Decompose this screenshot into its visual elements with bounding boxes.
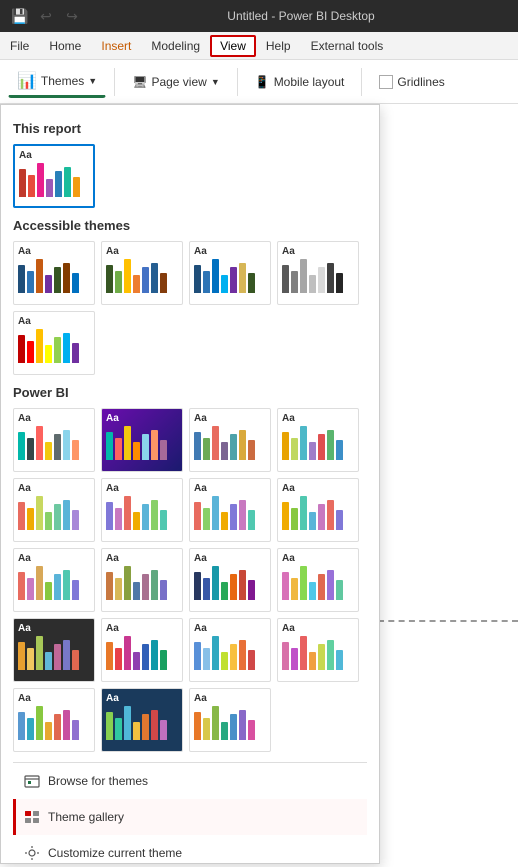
- menu-file[interactable]: File: [0, 35, 39, 57]
- mobile-label: Mobile layout: [274, 75, 345, 89]
- browse-icon: [24, 773, 40, 789]
- theme-card-pbi-8[interactable]: Aa: [277, 478, 359, 542]
- theme-card-pbi-1[interactable]: Aa: [13, 408, 95, 472]
- dotted-separator: [378, 620, 518, 622]
- theme-card-accessible-4[interactable]: Aa: [277, 241, 359, 305]
- theme-bars: [19, 163, 89, 197]
- menu-bar: File Home Insert Modeling View Help Exte…: [0, 32, 518, 60]
- theme-card-accessible-3[interactable]: Aa: [189, 241, 271, 305]
- theme-gallery-item[interactable]: Theme gallery: [13, 799, 367, 835]
- ribbon-separator-1: [114, 68, 115, 96]
- gridlines-checkbox[interactable]: [379, 75, 393, 89]
- theme-card-pbi-15[interactable]: Aa: [189, 618, 271, 682]
- theme-card-pbi-17[interactable]: Aa: [13, 688, 95, 752]
- menu-help[interactable]: Help: [256, 35, 301, 57]
- theme-card-accessible-2[interactable]: Aa: [101, 241, 183, 305]
- theme-card-pbi-16[interactable]: Aa: [277, 618, 359, 682]
- menu-modeling[interactable]: Modeling: [141, 35, 210, 57]
- browse-for-themes-item[interactable]: Browse for themes: [13, 763, 367, 799]
- menu-external-tools[interactable]: External tools: [301, 35, 394, 57]
- menu-home[interactable]: Home: [39, 35, 91, 57]
- ribbon: 📊 Themes ▼ 🖥 Page view ▼ 📱 Mobile layout…: [0, 60, 518, 104]
- theme-card-pbi-10[interactable]: Aa: [101, 548, 183, 612]
- theme-card-pbi-18[interactable]: Aa: [101, 688, 183, 752]
- theme-card-accessible-1[interactable]: Aa: [13, 241, 95, 305]
- window-title: Untitled - Power BI Desktop: [92, 9, 510, 23]
- this-report-themes: Aa: [13, 144, 367, 208]
- mobile-layout-button[interactable]: 📱 Mobile layout: [246, 70, 354, 94]
- theme-card-pbi-11[interactable]: Aa: [189, 548, 271, 612]
- theme-card-pbi-6[interactable]: Aa: [101, 478, 183, 542]
- theme-card-pbi-13[interactable]: Aa: [13, 618, 95, 682]
- customize-icon: [24, 845, 40, 861]
- theme-card-pbi-14[interactable]: Aa: [101, 618, 183, 682]
- save-icon[interactable]: 💾: [8, 4, 32, 28]
- ribbon-separator-2: [237, 68, 238, 96]
- page-view-label: Page view: [151, 75, 206, 89]
- page-view-icon: 🖥: [132, 75, 147, 89]
- themes-label: Themes: [41, 74, 84, 88]
- theme-card-accessible-5[interactable]: Aa: [13, 311, 95, 375]
- power-bi-themes-grid: Aa Aa Aa: [13, 408, 367, 752]
- title-bar: 💾 ↩ ↪ Untitled - Power BI Desktop: [0, 0, 518, 32]
- theme-card-pbi-4[interactable]: Aa: [277, 408, 359, 472]
- customize-theme-item[interactable]: Customize current theme: [13, 835, 367, 864]
- theme-card-pbi-7[interactable]: Aa: [189, 478, 271, 542]
- this-report-title: This report: [13, 121, 367, 136]
- themes-button[interactable]: 📊 Themes ▼: [8, 66, 106, 98]
- title-bar-icons: 💾 ↩ ↪: [8, 4, 84, 28]
- power-bi-title: Power BI: [13, 385, 367, 400]
- undo-button[interactable]: ↩: [34, 4, 58, 28]
- themes-dropdown: This report Aa Accessible themes Aa: [0, 104, 380, 864]
- gallery-icon: [24, 809, 40, 825]
- customize-theme-label: Customize current theme: [48, 846, 182, 860]
- menu-insert[interactable]: Insert: [91, 35, 141, 57]
- theme-card-pbi-3[interactable]: Aa: [189, 408, 271, 472]
- theme-gallery-label: Theme gallery: [48, 810, 124, 824]
- accessible-themes-title: Accessible themes: [13, 218, 367, 233]
- mobile-icon: 📱: [255, 75, 270, 89]
- gridlines-label: Gridlines: [397, 75, 444, 89]
- page-view-chevron: ▼: [211, 77, 220, 87]
- theme-card-default[interactable]: Aa: [13, 144, 95, 208]
- browse-for-themes-label: Browse for themes: [48, 774, 148, 788]
- themes-chevron: ▼: [88, 76, 97, 86]
- themes-icon: 📊: [17, 71, 37, 91]
- menu-view[interactable]: View: [210, 35, 256, 57]
- theme-card-pbi-12[interactable]: Aa: [277, 548, 359, 612]
- theme-card-pbi-2[interactable]: Aa: [101, 408, 183, 472]
- page-view-button[interactable]: 🖥 Page view ▼: [123, 70, 229, 94]
- theme-card-pbi-19[interactable]: Aa: [189, 688, 271, 752]
- redo-button[interactable]: ↪: [60, 4, 84, 28]
- accessible-themes-grid: Aa Aa Aa: [13, 241, 367, 375]
- theme-card-pbi-9[interactable]: Aa: [13, 548, 95, 612]
- gridlines-button[interactable]: Gridlines: [370, 70, 453, 94]
- bottom-menu-section: Browse for themes Theme gallery Customiz…: [13, 762, 367, 864]
- theme-card-pbi-5[interactable]: Aa: [13, 478, 95, 542]
- ribbon-separator-3: [361, 68, 362, 96]
